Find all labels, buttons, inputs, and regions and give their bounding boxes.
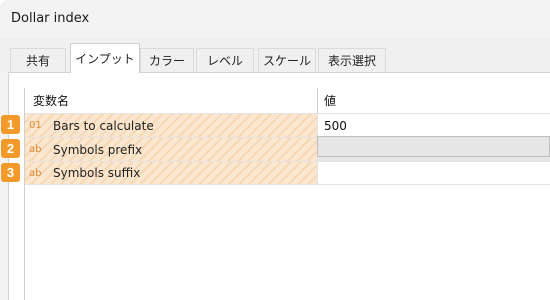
tab-shared[interactable]: 共有 [10,48,66,72]
tab-levels[interactable]: レベル [196,48,254,72]
param-value-field[interactable] [317,162,550,184]
title-bar: Dollar index [0,0,550,38]
table-row[interactable]: ab Symbols suffix [25,161,550,185]
string-type-icon: ab [29,167,42,179]
param-name-cell[interactable]: ab Symbols prefix [25,138,317,161]
param-label: Symbols prefix [53,142,143,157]
table-row[interactable]: 01 Bars to calculate 500 [25,113,550,137]
param-name-cell[interactable]: ab Symbols suffix [25,162,317,184]
column-header-name[interactable]: 変数名 [25,88,317,113]
tab-inputs[interactable]: インプット [70,43,140,73]
dialog-window: Dollar index 共有 インプット カラー レベル スケール 表示選択 … [0,0,550,300]
column-header-value[interactable]: 値 [318,88,550,113]
window-title: Dollar index [11,11,90,26]
tab-visualization[interactable]: 表示選択 [318,48,386,72]
param-name-cell[interactable]: 01 Bars to calculate [25,114,317,137]
annotation-badge-2: 2 [1,139,20,158]
selected-cell-outline [317,136,550,157]
param-value-field[interactable]: 500 [317,114,550,137]
param-label: Bars to calculate [53,118,154,133]
annotation-badge-3: 3 [1,163,20,182]
integer-type-icon: 01 [29,120,42,131]
tab-colors[interactable]: カラー [140,48,194,72]
annotation-badge-1: 1 [1,115,20,134]
param-label: Symbols suffix [53,166,141,180]
string-type-icon: ab [29,144,42,155]
tab-scale[interactable]: スケール [258,48,316,72]
inputs-grid: 変数名 値 01 Bars to calculate 500 ab Symbol… [24,88,550,300]
